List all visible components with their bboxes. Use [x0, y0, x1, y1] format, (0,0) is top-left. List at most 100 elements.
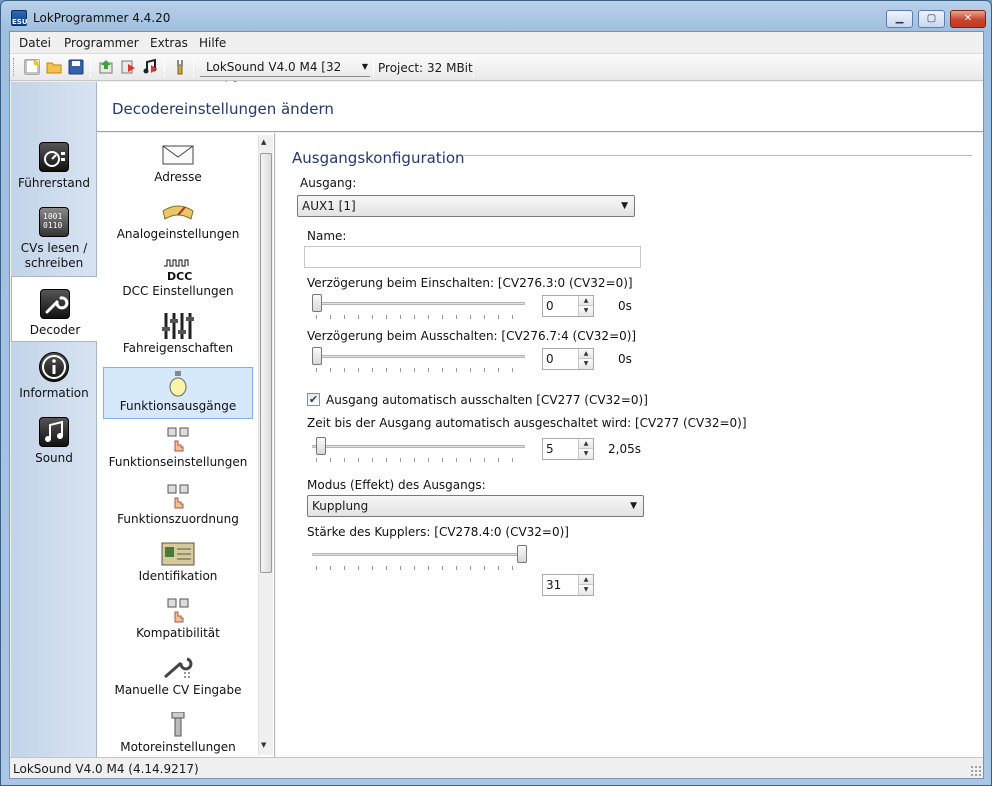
category-label: DCC Einstellungen [122, 284, 234, 298]
category-analog[interactable]: Analogeinstellungen [103, 196, 253, 248]
increment-icon[interactable]: ▲ [578, 349, 593, 359]
menu-programmer[interactable]: Programmer [64, 36, 139, 50]
slider-thumb[interactable] [312, 347, 322, 365]
auto-off-time-unit: 2,05s [608, 442, 641, 456]
delay-off-slider[interactable] [312, 347, 527, 373]
settings-category-list: Adresse Analogeinstellungen DCC DCC Eins… [97, 133, 275, 757]
coupler-strength-stepper[interactable]: 31 ▲ ▼ [542, 574, 594, 596]
category-label: Funktionsausgänge [119, 399, 237, 413]
slider-ticks [316, 315, 526, 319]
category-funktionszuordnung[interactable]: Funktionszuordnung [103, 481, 253, 533]
nav-item-sound[interactable]: Sound [11, 417, 97, 465]
scroll-up-icon[interactable]: ▲ [261, 138, 266, 146]
decrement-icon[interactable]: ▼ [578, 585, 593, 595]
menu-bar: Datei Programmer Extras Hilfe [10, 32, 983, 54]
category-fahreigenschaften[interactable]: Fahreigenschaften [103, 310, 253, 362]
cab-icon [39, 142, 69, 172]
svg-text:1001: 1001 [43, 212, 62, 221]
slider-thumb[interactable] [316, 437, 327, 455]
function-hand-icon [161, 484, 195, 510]
title-bar[interactable]: ESU LokProgrammer 4.4.20 ▁ ▢ ✕ [1, 1, 991, 31]
nav-item-fuehrerstand[interactable]: Führerstand [11, 142, 97, 190]
menu-hilfe[interactable]: Hilfe [199, 36, 226, 50]
chevron-down-icon: ▼ [621, 201, 628, 211]
category-manuelle-cv[interactable]: Manuelle CV Eingabe [103, 652, 253, 704]
slider-ticks [316, 458, 526, 462]
menu-extras[interactable]: Extras [150, 36, 188, 50]
category-funktionsausgaenge[interactable]: Funktionsausgänge [103, 367, 253, 419]
category-label: Motoreinstellungen [120, 740, 236, 754]
svg-text:0110: 0110 [43, 221, 62, 230]
nav-item-decoder[interactable]: Decoder [11, 276, 98, 342]
category-label: Analogeinstellungen [116, 227, 240, 241]
increment-icon[interactable]: ▲ [578, 296, 593, 306]
name-label: Name: [307, 229, 347, 243]
decrement-icon[interactable]: ▼ [578, 449, 593, 459]
increment-icon[interactable]: ▲ [578, 575, 593, 585]
scroll-down-icon[interactable]: ▼ [261, 741, 266, 749]
menu-datei[interactable]: Datei [19, 36, 51, 50]
delay-off-label: Verzögerung beim Ausschalten: [CV276.7:4… [307, 329, 637, 343]
coupler-strength-slider[interactable] [312, 545, 527, 571]
wrench-icon [40, 289, 70, 319]
auto-off-time-stepper[interactable]: 5 ▲ ▼ [542, 438, 594, 460]
new-file-icon[interactable] [24, 59, 40, 75]
nav-item-label: Information [19, 386, 89, 400]
slider-thumb[interactable] [517, 545, 527, 563]
name-input[interactable] [304, 246, 641, 268]
svg-text:DCC: DCC [167, 270, 192, 282]
read-decoder-icon[interactable] [98, 59, 114, 75]
nav-item-cvs[interactable]: 1001 0110 CVs lesen / schreiben [11, 207, 97, 271]
close-button[interactable]: ✕ [950, 10, 986, 28]
category-label: Kompatibilität [136, 626, 220, 640]
category-list-scrollbar[interactable]: ▲ ▼ [258, 135, 273, 755]
delay-on-stepper[interactable]: 0 ▲ ▼ [542, 295, 594, 317]
delay-on-slider[interactable] [312, 294, 527, 320]
power-plug-icon[interactable] [172, 59, 188, 75]
decoder-type-select[interactable]: LokSound V4.0 M4 [32 MBit] ▼ [200, 57, 370, 94]
save-icon[interactable] [68, 59, 84, 75]
window-title: LokProgrammer 4.4.20 [33, 11, 171, 25]
auto-off-time-slider[interactable] [312, 437, 527, 463]
category-dcc[interactable]: DCC DCC Einstellungen [103, 253, 253, 305]
maximize-button[interactable]: ▢ [918, 10, 945, 28]
status-text: LokSound V4.0 M4 (4.14.9217) [13, 762, 199, 776]
increment-icon[interactable]: ▲ [578, 439, 593, 449]
delay-off-value: 0 [546, 352, 554, 366]
scrollbar-thumb[interactable] [260, 153, 272, 573]
output-label: Ausgang: [300, 176, 357, 190]
category-funktionseinstellungen[interactable]: Funktionseinstellungen [103, 424, 253, 476]
bulb-icon [161, 371, 195, 397]
toolbar-grip[interactable] [13, 58, 16, 76]
minimize-button[interactable]: ▁ [886, 10, 913, 28]
nav-item-label: CVs lesen / schreiben [20, 241, 88, 270]
write-sound-icon[interactable] [142, 58, 158, 75]
category-kompatibilitaet[interactable]: Kompatibilität [103, 595, 253, 647]
category-motoreinstellungen[interactable]: Motoreinstellungen [103, 709, 253, 757]
category-identifikation[interactable]: Identifikation [103, 538, 253, 590]
group-divider [462, 155, 972, 156]
delay-off-unit: 0s [618, 352, 632, 366]
toolbar-separator [90, 58, 91, 77]
open-folder-icon[interactable] [46, 59, 62, 75]
auto-off-checkbox[interactable]: ✔ [307, 393, 320, 406]
slider-thumb[interactable] [312, 294, 322, 312]
mode-label: Modus (Effekt) des Ausgangs: [307, 478, 486, 492]
auto-off-time-label: Zeit bis der Ausgang automatisch ausgesc… [307, 416, 747, 430]
nav-item-information[interactable]: Information [11, 352, 97, 400]
decrement-icon[interactable]: ▼ [578, 359, 593, 369]
category-label: Fahreigenschaften [122, 341, 234, 355]
resize-grip-icon[interactable] [970, 765, 981, 776]
category-adresse[interactable]: Adresse [103, 139, 253, 191]
auto-off-time-value: 5 [546, 442, 554, 456]
output-select[interactable]: AUX1 [1] ▼ [297, 195, 635, 217]
category-label: Identifikation [138, 569, 218, 583]
write-decoder-icon[interactable] [120, 59, 136, 75]
delay-off-stepper[interactable]: 0 ▲ ▼ [542, 348, 594, 370]
mode-select[interactable]: Kupplung ▼ [307, 495, 644, 517]
left-nav: Führerstand 1001 0110 CVs lesen / schreib… [11, 82, 98, 757]
decrement-icon[interactable]: ▼ [578, 306, 593, 316]
output-config-panel: Ausgangskonfiguration Ausgang: AUX1 [1] … [276, 133, 983, 757]
cv-icon: 1001 0110 [39, 207, 69, 237]
nav-item-label: Decoder [29, 323, 81, 337]
